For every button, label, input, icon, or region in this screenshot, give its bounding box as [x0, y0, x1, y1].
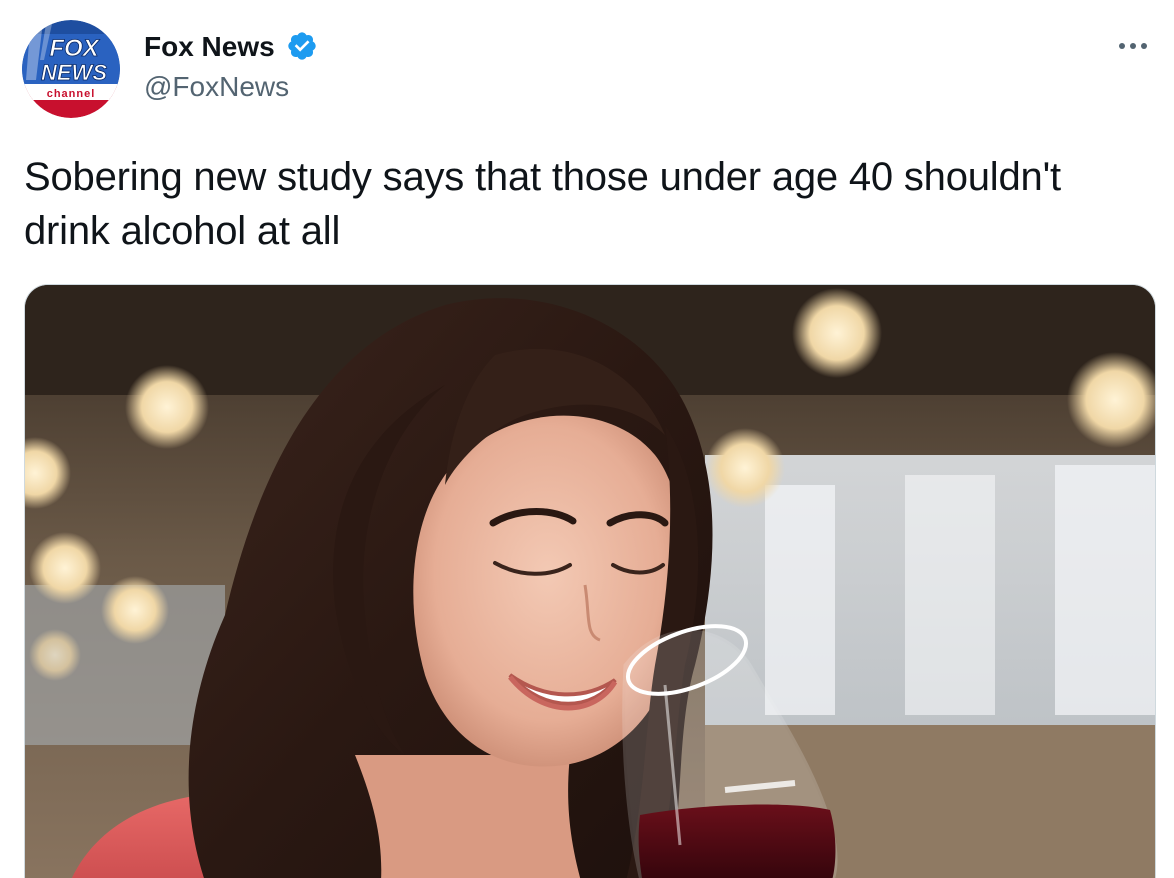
woman-drinking-wine-photo: [25, 285, 1155, 878]
avatar[interactable]: FOX NEWS channel: [22, 20, 120, 118]
tweet-photo[interactable]: [24, 284, 1156, 878]
author-handle[interactable]: @FoxNews: [144, 70, 289, 104]
author-display-name[interactable]: Fox News: [144, 30, 275, 64]
svg-text:FOX: FOX: [49, 35, 100, 62]
fox-news-logo-icon: FOX NEWS channel: [22, 20, 120, 118]
svg-text:NEWS: NEWS: [41, 60, 107, 85]
tweet-card: FOX NEWS channel Fox News @FoxNews Sober…: [0, 0, 1174, 878]
tweet-text: Sobering new study says that those under…: [24, 155, 1061, 253]
more-dot: [1141, 43, 1147, 49]
more-dot: [1130, 43, 1136, 49]
more-options-button[interactable]: [1110, 26, 1156, 66]
svg-text:channel: channel: [47, 88, 96, 100]
verified-badge-icon: [286, 30, 318, 62]
more-horizontal-icon: [1119, 43, 1125, 49]
